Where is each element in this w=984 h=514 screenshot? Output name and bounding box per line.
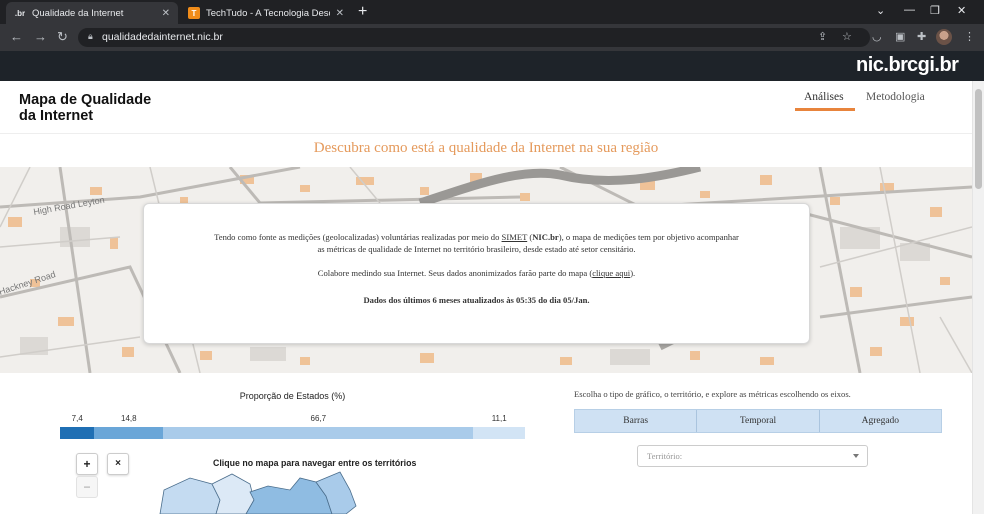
zoom-out-button[interactable]: − (76, 476, 98, 498)
zoom-in-button[interactable]: + (76, 453, 98, 475)
territory-select[interactable]: Território: (637, 445, 868, 467)
map-region[interactable] (211, 473, 255, 514)
active-tab-indicator (795, 108, 855, 111)
site-top-bar: nic.br cgi.br (0, 51, 984, 81)
proportion-segment[interactable] (163, 427, 474, 439)
tab-title: Qualidade da Internet (32, 7, 124, 19)
page-scrollbar[interactable] (972, 81, 984, 514)
back-arrow-icon[interactable]: ← (10, 29, 23, 45)
proportion-segment[interactable] (94, 427, 164, 439)
map-street-label: High Road Leyton (33, 195, 106, 217)
nicbr-logo[interactable]: nic.br (856, 54, 908, 77)
bookmark-star-icon[interactable]: ☆ (842, 30, 852, 43)
page-headline: Descubra como está a qualidade da Intern… (313, 140, 659, 156)
cgibr-logo[interactable]: cgi.br (907, 54, 959, 77)
site-title[interactable]: Mapa de Qualidade da Internet (19, 92, 169, 124)
collab-text: Colabore medindo sua Internet. Seus dado… (317, 268, 636, 278)
proportion-segment-label: 66,7 (310, 414, 327, 423)
clique-aqui-link[interactable]: clique aqui (592, 268, 630, 278)
header-divider (0, 133, 972, 134)
territory-placeholder: Território: (647, 451, 683, 461)
browser-tab-techtudo[interactable]: T TechTudo - A Tecnologia Descom ✕ (180, 2, 352, 24)
maximize-icon[interactable]: ❐ (930, 4, 940, 17)
scrollbar-thumb[interactable] (975, 89, 982, 189)
share-icon[interactable]: ⇪ (818, 30, 827, 43)
menu-kebab-icon[interactable]: ⋮ (964, 30, 975, 43)
tab-title: TechTudo - A Tecnologia Descom (206, 7, 330, 19)
browser-toolbar: ← → ↻ 🔒︎ qualidadedainternet.nic.br ⇪ ☆ … (0, 24, 984, 51)
brazil-choropleth-map[interactable] (150, 470, 370, 514)
close-window-icon[interactable]: ✕ (957, 4, 966, 17)
proportion-segment[interactable] (473, 427, 525, 439)
tab-search-chevron-icon[interactable]: ⌄ (876, 4, 885, 17)
nicbr-org: NIC.br (532, 232, 559, 242)
map-street-label: Hackney Road (0, 269, 57, 297)
profile-avatar[interactable] (936, 29, 952, 45)
reload-icon[interactable]: ↻ (57, 29, 68, 45)
chart-type-selector: Barras Temporal Agregado (574, 409, 942, 433)
intro-card: Tendo como fonte as medições (geolocaliz… (143, 203, 810, 344)
pocket-icon[interactable]: ◡ (872, 30, 882, 43)
nicbr-favicon-icon: .br (14, 8, 26, 18)
reset-map-button[interactable]: × (107, 453, 129, 475)
techtudo-favicon-icon: T (188, 7, 200, 19)
proportion-bar (60, 427, 525, 439)
forward-arrow-icon[interactable]: → (34, 29, 47, 45)
proportion-segment-label: 14,8 (121, 414, 137, 423)
intro-text: Tendo como fonte as medições (geolocaliz… (214, 232, 739, 254)
proportion-segment-label: 11,1 (491, 414, 507, 423)
proportion-segment-label: 7,4 (71, 414, 83, 423)
browser-tab-qualidade[interactable]: .br Qualidade da Internet ✕ (6, 2, 178, 24)
chart-type-barras-button[interactable]: Barras (575, 410, 698, 432)
proportion-segment[interactable] (60, 427, 95, 439)
address-bar[interactable]: 🔒︎ qualidadedainternet.nic.br (78, 28, 870, 47)
lock-icon: 🔒︎ (88, 31, 93, 41)
camera-extension-icon[interactable]: ▣ (895, 30, 905, 43)
minimize-icon[interactable]: — (904, 4, 915, 16)
nav-tab-metodologia[interactable]: Metodologia (866, 91, 925, 103)
chart-type-temporal-button[interactable]: Temporal (697, 410, 820, 432)
new-tab-plus-icon[interactable]: + (358, 3, 367, 21)
url-text: qualidadedainternet.nic.br (102, 31, 223, 43)
chart-instructions: Escolha o tipo de gráfico, o território,… (574, 389, 851, 399)
map-hint: Clique no mapa para navegar entre os ter… (213, 458, 417, 468)
browser-tab-bar: .br Qualidade da Internet ✕ T TechTudo -… (0, 0, 984, 24)
simet-link[interactable]: SIMET (502, 232, 528, 242)
update-note: Dados dos últimos 6 meses atualizados às… (363, 295, 590, 305)
proportion-title: Proporção de Estados (%) (239, 391, 346, 401)
chart-type-agregado-button[interactable]: Agregado (820, 410, 941, 432)
nav-tab-analises[interactable]: Análises (804, 91, 844, 103)
extensions-puzzle-icon[interactable]: ✚ (917, 30, 926, 43)
site-header: Mapa de Qualidade da Internet Análises M… (0, 81, 972, 133)
dropdown-caret-icon (853, 454, 859, 458)
close-tab-icon[interactable]: ✕ (336, 8, 344, 19)
close-tab-icon[interactable]: ✕ (162, 8, 170, 19)
map-region[interactable] (159, 477, 221, 514)
